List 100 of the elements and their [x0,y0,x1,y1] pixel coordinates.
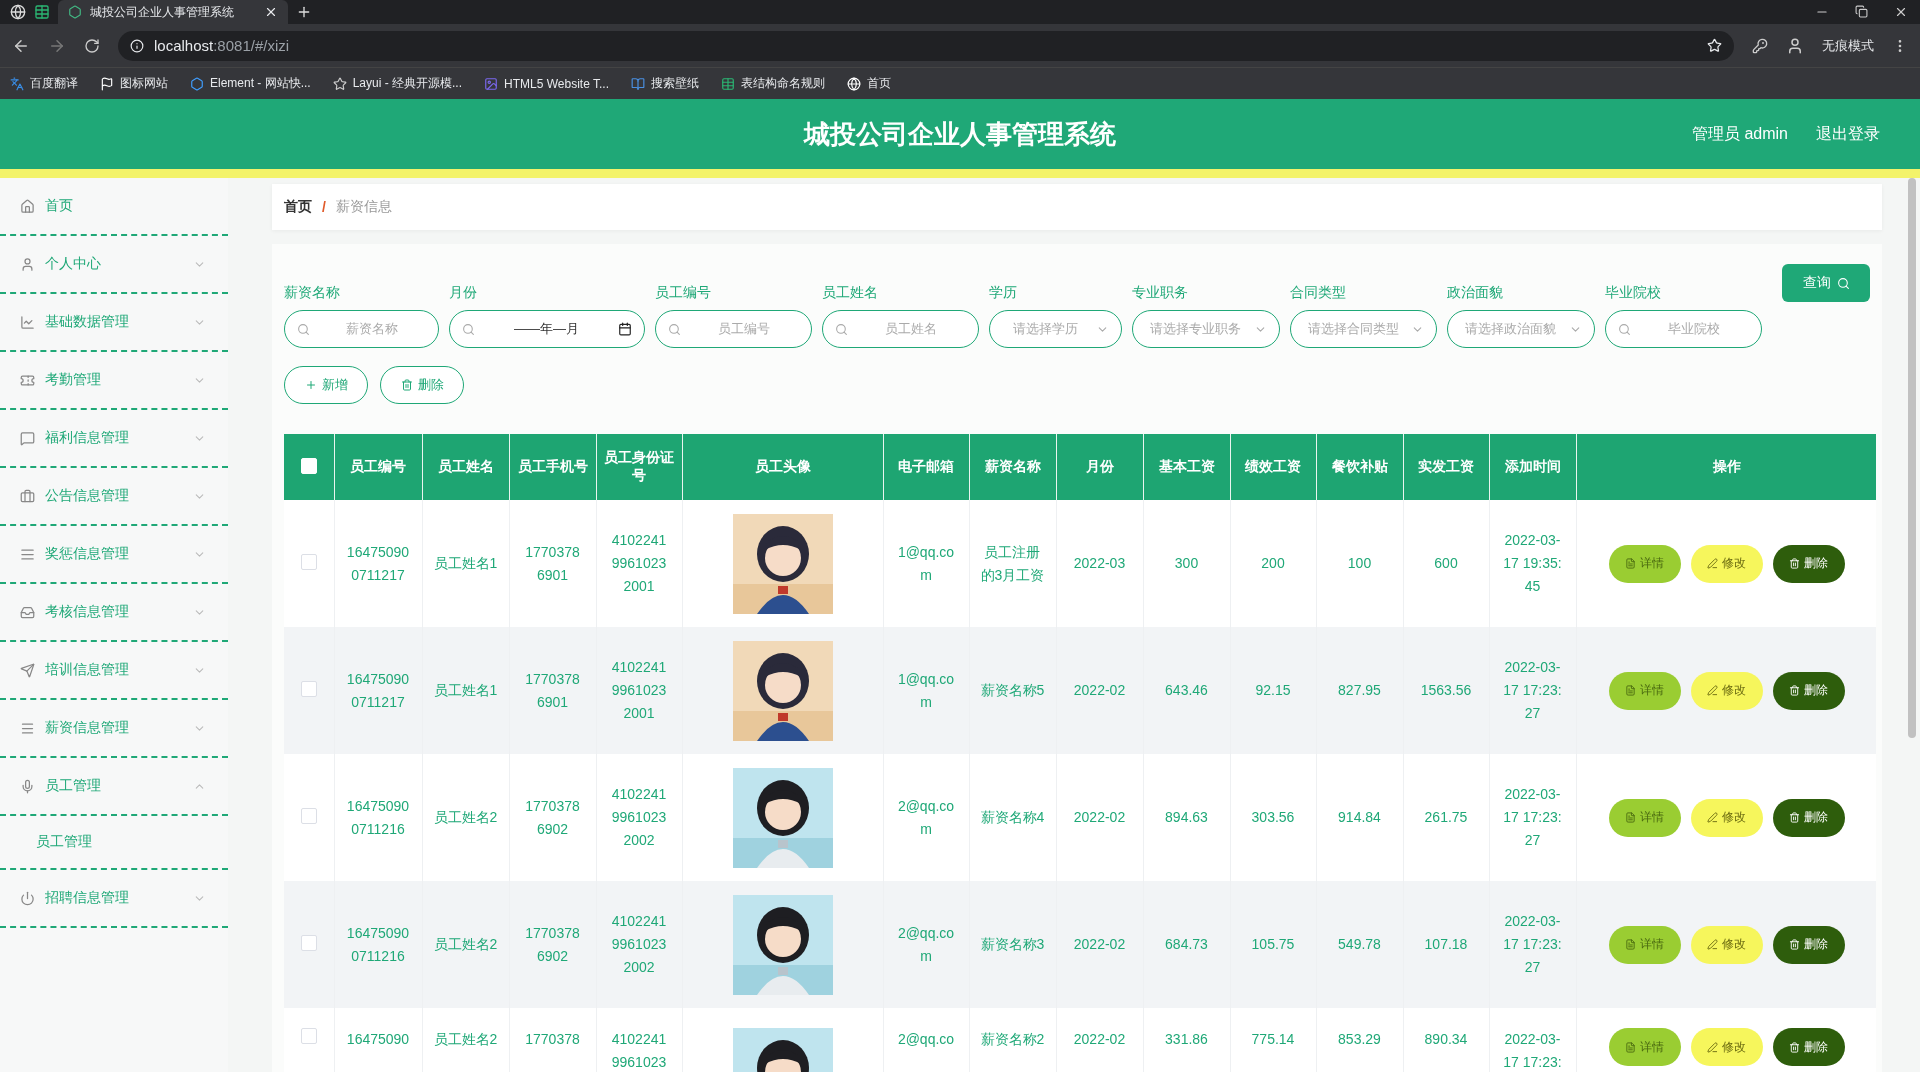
search-field[interactable]: 员工编号 [655,310,812,348]
send-icon [20,662,35,678]
filter-label: 专业职务 [1132,284,1189,302]
breadcrumb-item[interactable]: 首页 [284,198,312,216]
pen-icon [1707,812,1718,823]
table-cell-text: 2022-03-17 17:23:27 [1502,785,1563,850]
table-cell-text: 890.34 [1424,1030,1468,1049]
table-cell-text: 2022-03-17 19:35:45 [1502,531,1563,596]
select-field[interactable]: 请选择合同类型 [1290,310,1437,348]
row-checkbox[interactable] [300,935,317,951]
table-cell-text: 410224199610232001 [611,531,667,596]
sidebar-item[interactable]: 考核信息管理 [0,584,228,642]
power-icon [20,890,35,906]
trash-icon [1789,558,1800,569]
sidebar-item[interactable]: 公告信息管理 [0,468,228,526]
address-field[interactable]: localhost:8081/#/xizi [118,30,1734,61]
search-field[interactable]: 毕业院校 [1605,310,1762,348]
row-checkbox[interactable] [300,554,317,570]
table-cell-text: 827.95 [1338,681,1381,700]
details-button[interactable]: 详情 [1608,925,1681,964]
search-field[interactable]: 薪资名称 [284,310,439,348]
sidebar-item[interactable]: 招聘信息管理 [0,870,228,928]
bookmark[interactable]: 图标网站 [100,75,168,92]
sidebar-item[interactable]: 培训信息管理 [0,642,228,700]
edit-button[interactable]: 修改 [1690,1028,1763,1066]
edit-button[interactable]: 修改 [1690,798,1763,837]
star-icon[interactable] [1707,38,1722,53]
browser-tab[interactable]: 城投公司企业人事管理系统 [58,0,288,24]
sidebar-item[interactable]: 个人中心 [0,236,228,294]
search-icon [297,322,310,336]
row-checkbox[interactable] [300,808,317,824]
restore-icon[interactable] [1855,5,1868,18]
month-field[interactable]: ——年—月 [449,310,645,348]
query-button[interactable]: 查询 [1782,264,1870,302]
sidebar-item[interactable]: 薪资信息管理 [0,700,228,758]
table-cell-text: 331.86 [1165,1030,1208,1049]
plus-icon [304,379,317,391]
select-field[interactable]: 请选择专业职务 [1132,310,1280,348]
translate-icon [10,76,24,91]
details-button[interactable]: 详情 [1608,1028,1681,1066]
bookmark[interactable]: 首页 [847,75,891,92]
key-icon[interactable] [1752,37,1768,54]
sidebar-item[interactable]: 首页 [0,178,228,236]
delete-button[interactable]: 删除 [1772,798,1845,837]
details-button[interactable]: 详情 [1608,798,1681,837]
bookmark[interactable]: 百度翻译 [10,75,78,92]
table-cell-text: 410224199610232001 [611,658,667,723]
table-icon[interactable] [34,4,50,20]
bookmark[interactable]: 搜索壁纸 [631,75,699,92]
user-label: 管理员 admin [1691,123,1788,144]
edit-button[interactable]: 修改 [1690,925,1763,964]
table-cell-text: 1563.56 [1420,681,1472,700]
globe-icon[interactable] [10,4,26,20]
table-cell-text: 2@qq.com [896,796,956,839]
bookmark[interactable]: 表结构命名规则 [721,75,825,92]
sidebar-item[interactable]: 基础数据管理 [0,294,228,352]
delete-button[interactable]: 删除 [1772,544,1845,583]
breadcrumb-item[interactable]: 薪资信息 [335,198,392,216]
delete-button[interactable]: 删除 [1772,671,1845,710]
table-cell-text: 914.84 [1338,808,1381,827]
sidebar-item[interactable]: 奖惩信息管理 [0,526,228,584]
details-button[interactable]: 详情 [1608,671,1681,710]
bookmark[interactable]: Element - 网站快... [190,75,311,92]
column-header: 基本工资 [1143,434,1230,500]
sidebar-item[interactable]: 员工管理 [0,758,228,816]
reload-icon[interactable] [84,37,100,54]
sidebar-item[interactable]: 福利信息管理 [0,410,228,468]
edit-button[interactable]: 修改 [1690,544,1763,583]
close-icon[interactable] [1894,5,1908,19]
delete-button[interactable]: 删除 [1772,1028,1845,1066]
close-icon[interactable] [264,5,278,19]
document-icon [1625,558,1636,569]
row-checkbox[interactable] [300,1028,317,1044]
select-all-checkbox[interactable] [300,457,317,474]
trash-icon [1789,812,1800,823]
new-tab-icon[interactable] [296,4,312,20]
table-cell-text: 2022-03-17 17:23:27 [1502,912,1563,977]
delete-button[interactable]: 删除 [380,366,464,404]
edit-button[interactable]: 修改 [1690,671,1763,710]
column-header: 员工手机号 [509,434,596,500]
table-cell-text: 92.15 [1255,681,1291,700]
delete-button[interactable]: 删除 [1772,925,1845,964]
row-checkbox[interactable] [300,681,317,697]
select-field[interactable]: 请选择学历 [989,310,1122,348]
select-field[interactable]: 请选择政治面貌 [1447,310,1595,348]
details-button[interactable]: 详情 [1608,544,1681,583]
search-field[interactable]: 员工姓名 [822,310,979,348]
sidebar-item[interactable]: 考勤管理 [0,352,228,410]
search-icon [835,322,848,336]
trash-icon [1789,685,1800,696]
table-cell-text: 16475090 [346,1030,410,1049]
bookmark[interactable]: HTML5 Website T... [484,76,609,91]
sidebar-subitem[interactable]: 员工管理 [0,816,228,870]
table-cell-text: 164750900711216 [346,796,410,839]
table-cell-text: 员工姓名2 [433,808,498,827]
logout-link[interactable]: 退出登录 [1816,123,1880,145]
table-cell-text: 17703786901 [525,669,580,712]
app-title: 城投公司企业人事管理系统 [804,117,1116,151]
add-button[interactable]: 新增 [284,366,368,404]
bookmark[interactable]: Layui - 经典开源模... [332,75,463,92]
